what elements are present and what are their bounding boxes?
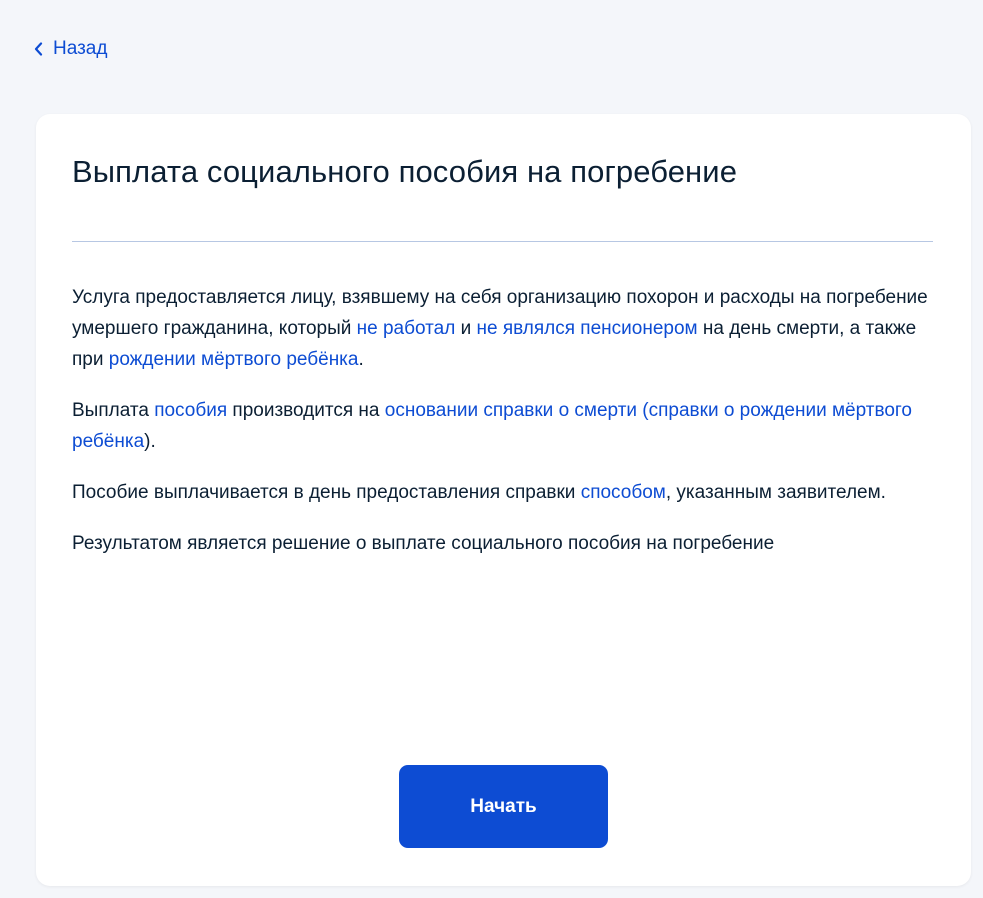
text-segment: Результатом является решение о выплате с…: [72, 533, 775, 554]
back-link-label: Назад: [53, 38, 108, 59]
link-stillbirth[interactable]: рождении мёртвого ребёнка: [109, 349, 359, 370]
service-card: Выплата социального пособия на погребени…: [36, 114, 971, 886]
link-payment-method[interactable]: способом: [581, 482, 666, 503]
service-description: Услуга предоставляется лицу, взявшему на…: [72, 282, 942, 579]
link-allowance[interactable]: пособия: [154, 400, 227, 421]
chevron-left-icon: [34, 42, 43, 56]
text-segment: .: [358, 349, 364, 370]
text-segment: , указанным заявителем.: [665, 482, 886, 503]
text-segment: Пособие выплачивается в день предоставле…: [72, 482, 581, 503]
start-button[interactable]: Начать: [399, 765, 608, 848]
description-paragraph-4: Результатом является решение о выплате с…: [72, 528, 942, 559]
description-paragraph-1: Услуга предоставляется лицу, взявшему на…: [72, 282, 942, 375]
description-paragraph-2: Выплата пособия производится на основани…: [72, 395, 942, 457]
text-segment: Выплата: [72, 400, 155, 421]
title-divider: [72, 241, 933, 242]
description-paragraph-3: Пособие выплачивается в день предоставле…: [72, 477, 942, 508]
link-not-worked[interactable]: не работал: [357, 318, 456, 339]
page-title: Выплата социального пособия на погребени…: [72, 154, 738, 189]
back-link[interactable]: Назад: [34, 38, 107, 60]
text-segment: ).: [144, 431, 156, 452]
link-not-pensioner[interactable]: не являлся пенсионером: [476, 318, 697, 339]
text-segment: и: [455, 318, 477, 339]
text-segment: производится на: [227, 400, 385, 421]
